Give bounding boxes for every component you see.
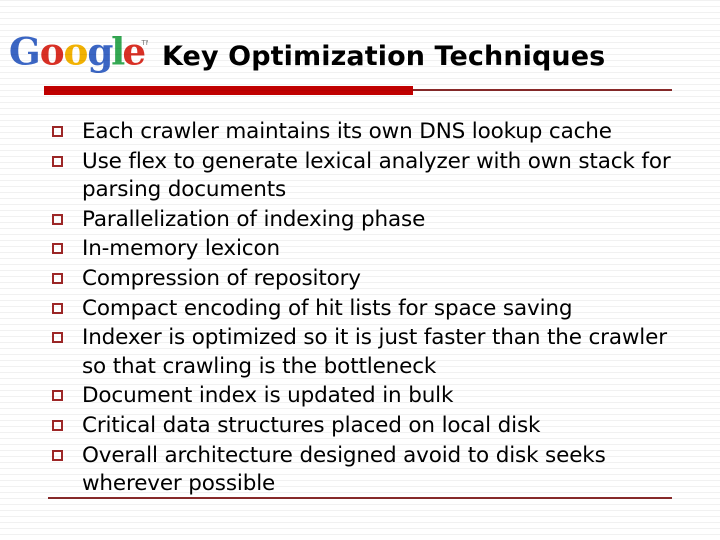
list-item-label: Critical data structures placed on local… [82, 412, 541, 438]
list-item: Overall architecture designed avoid to d… [52, 442, 677, 499]
list-item-label: Parallelization of indexing phase [82, 206, 426, 232]
list-item-label: Compact encoding of hit lists for space … [82, 295, 573, 321]
presentation-slide: G o o g l e TM Key Optimization Techniqu… [0, 0, 720, 540]
list-item-label: Compression of repository [82, 265, 361, 291]
list-item-label: Overall architecture designed avoid to d… [82, 442, 606, 497]
list-item: Compact encoding of hit lists for space … [52, 295, 677, 324]
list-item: Parallelization of indexing phase [52, 206, 677, 235]
list-item-label: Use flex to generate lexical analyzer wi… [82, 148, 671, 203]
list-item: Each crawler maintains its own DNS looku… [52, 118, 677, 147]
page-title: Key Optimization Techniques [162, 41, 606, 72]
svg-text:o: o [40, 30, 65, 74]
list-item: Document index is updated in bulk [52, 382, 677, 411]
hollow-square-bullet-icon [52, 272, 63, 284]
list-item: Compression of repository [52, 265, 677, 294]
svg-text:G: G [9, 30, 41, 74]
bullet-list: Each crawler maintains its own DNS looku… [52, 118, 677, 500]
hollow-square-bullet-icon [52, 332, 63, 344]
title-underline-accent-bar [44, 86, 413, 95]
footer-rule [48, 497, 672, 499]
list-item: Indexer is optimized so it is just faste… [52, 324, 677, 381]
hollow-square-bullet-icon [52, 419, 63, 431]
svg-text:g: g [87, 30, 113, 74]
slide-header: G o o g l e TM Key Optimization Techniqu… [0, 0, 720, 100]
hollow-square-bullet-icon [52, 243, 63, 255]
hollow-square-bullet-icon [52, 302, 63, 314]
list-item: Critical data structures placed on local… [52, 412, 677, 441]
list-item-label: Indexer is optimized so it is just faste… [82, 325, 667, 379]
hollow-square-bullet-icon [52, 126, 63, 137]
hollow-square-bullet-icon [52, 390, 63, 402]
list-item-label: Document index is updated in bulk [82, 383, 454, 409]
hollow-square-bullet-icon [52, 155, 63, 167]
list-item-label: Each crawler maintains its own DNS looku… [82, 119, 612, 144]
hollow-square-bullet-icon [52, 213, 63, 225]
trademark-mark: TM [140, 39, 148, 47]
google-logo: G o o g l e TM [8, 30, 148, 76]
svg-text:o: o [64, 30, 89, 74]
list-item-label: In-memory lexicon [82, 236, 280, 262]
hollow-square-bullet-icon [52, 449, 63, 461]
google-logo-svg: G o o g l e TM [9, 30, 148, 74]
list-item: In-memory lexicon [52, 235, 677, 264]
svg-text:e: e [122, 30, 146, 74]
list-item: Use flex to generate lexical analyzer wi… [52, 148, 677, 205]
